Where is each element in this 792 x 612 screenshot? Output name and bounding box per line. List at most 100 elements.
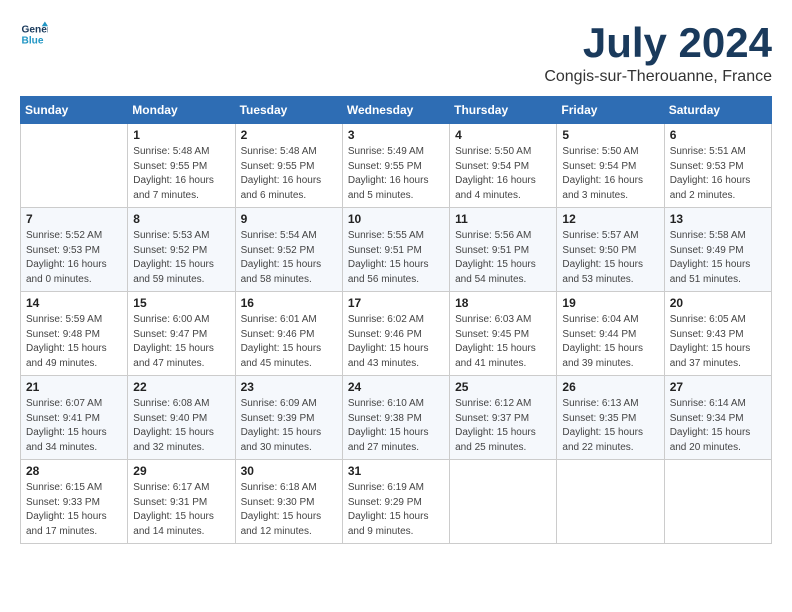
calendar-cell: 19Sunrise: 6:04 AMSunset: 9:44 PMDayligh… — [557, 292, 664, 376]
day-number: 5 — [562, 128, 658, 142]
day-number: 4 — [455, 128, 551, 142]
calendar-cell: 13 Sunrise: 5:58 AMSunset: 9:49 PMDayligh… — [664, 208, 771, 292]
day-info: Sunrise: 5:48 AMSunset: 9:55 PMDaylight:… — [133, 145, 229, 203]
day-number: 27 — [670, 380, 766, 394]
day-number: 28 — [26, 464, 122, 478]
day-number: 3 — [348, 128, 444, 142]
day-info: Sunrise: 6:05 AMSunset: 9:43 PMDaylight:… — [670, 313, 766, 371]
day-info: Sunrise: 6:15 AMSunset: 9:33 PMDaylight:… — [26, 481, 122, 539]
day-info: Sunrise: 6:17 AMSunset: 9:31 PMDaylight:… — [133, 481, 229, 539]
logo-icon: General Blue — [20, 20, 48, 48]
calendar-cell: 8 Sunrise: 5:53 AMSunset: 9:52 PMDaylight… — [128, 208, 235, 292]
day-info: Sunrise: 6:00 AMSunset: 9:47 PMDaylight:… — [133, 313, 229, 371]
day-info: Sunrise: 5:48 AMSunset: 9:55 PMDaylight:… — [241, 145, 337, 203]
day-number: 21 — [26, 380, 122, 394]
day-number: 18 — [455, 296, 551, 310]
day-number: 13 — [670, 212, 766, 226]
calendar-cell: 27 Sunrise: 6:14 AMSunset: 9:34 PMDayligh… — [664, 376, 771, 460]
calendar-cell: 29 Sunrise: 6:17 AMSunset: 9:31 PMDayligh… — [128, 460, 235, 544]
calendar-cell: 10 Sunrise: 5:55 AMSunset: 9:51 PMDayligh… — [342, 208, 449, 292]
calendar-body: 1 Sunrise: 5:48 AMSunset: 9:55 PMDaylight… — [21, 124, 772, 544]
day-number: 8 — [133, 212, 229, 226]
calendar-cell: 7 Sunrise: 5:52 AMSunset: 9:53 PMDaylight… — [21, 208, 128, 292]
day-number: 1 — [133, 128, 229, 142]
day-info: Sunrise: 6:03 AMSunset: 9:45 PMDaylight:… — [455, 313, 551, 371]
calendar-cell — [557, 460, 664, 544]
calendar-cell: 14 Sunrise: 5:59 AMSunset: 9:48 PMDayligh… — [21, 292, 128, 376]
calendar-cell: 5Sunrise: 5:50 AMSunset: 9:54 PMDaylight… — [557, 124, 664, 208]
day-info: Sunrise: 6:04 AMSunset: 9:44 PMDaylight:… — [562, 313, 658, 371]
day-number: 15 — [133, 296, 229, 310]
calendar-week-row: 1 Sunrise: 5:48 AMSunset: 9:55 PMDaylight… — [21, 124, 772, 208]
calendar-cell: 30 Sunrise: 6:18 AMSunset: 9:30 PMDayligh… — [235, 460, 342, 544]
day-info: Sunrise: 6:08 AMSunset: 9:40 PMDaylight:… — [133, 397, 229, 455]
day-info: Sunrise: 5:54 AMSunset: 9:52 PMDaylight:… — [241, 229, 337, 287]
day-info: Sunrise: 6:09 AMSunset: 9:39 PMDaylight:… — [241, 397, 337, 455]
calendar-cell: 16 Sunrise: 6:01 AMSunset: 9:46 PMDayligh… — [235, 292, 342, 376]
calendar-weekday-header: Sunday — [21, 97, 128, 124]
day-number: 11 — [455, 212, 551, 226]
day-number: 12 — [562, 212, 658, 226]
day-number: 9 — [241, 212, 337, 226]
calendar-cell: 23 Sunrise: 6:09 AMSunset: 9:39 PMDayligh… — [235, 376, 342, 460]
svg-text:Blue: Blue — [22, 35, 44, 46]
calendar-cell: 15 Sunrise: 6:00 AMSunset: 9:47 PMDayligh… — [128, 292, 235, 376]
day-info: Sunrise: 6:19 AMSunset: 9:29 PMDaylight:… — [348, 481, 444, 539]
day-number: 14 — [26, 296, 122, 310]
day-number: 29 — [133, 464, 229, 478]
day-info: Sunrise: 5:52 AMSunset: 9:53 PMDaylight:… — [26, 229, 122, 287]
calendar-cell — [664, 460, 771, 544]
day-number: 17 — [348, 296, 444, 310]
day-info: Sunrise: 5:58 AMSunset: 9:49 PMDaylight:… — [670, 229, 766, 287]
calendar-cell: 25 Sunrise: 6:12 AMSunset: 9:37 PMDayligh… — [450, 376, 557, 460]
calendar-week-row: 21Sunrise: 6:07 AMSunset: 9:41 PMDayligh… — [21, 376, 772, 460]
month-title: July 2024 — [544, 20, 772, 66]
calendar-cell — [21, 124, 128, 208]
day-info: Sunrise: 5:53 AMSunset: 9:52 PMDaylight:… — [133, 229, 229, 287]
calendar-weekday-header: Friday — [557, 97, 664, 124]
day-number: 25 — [455, 380, 551, 394]
calendar-week-row: 7 Sunrise: 5:52 AMSunset: 9:53 PMDaylight… — [21, 208, 772, 292]
calendar-cell: 4 Sunrise: 5:50 AMSunset: 9:54 PMDaylight… — [450, 124, 557, 208]
day-number: 31 — [348, 464, 444, 478]
calendar-cell: 17 Sunrise: 6:02 AMSunset: 9:46 PMDayligh… — [342, 292, 449, 376]
location-title: Congis-sur-Therouanne, France — [544, 68, 772, 86]
day-number: 10 — [348, 212, 444, 226]
calendar-cell: 18 Sunrise: 6:03 AMSunset: 9:45 PMDayligh… — [450, 292, 557, 376]
calendar-cell: 28 Sunrise: 6:15 AMSunset: 9:33 PMDayligh… — [21, 460, 128, 544]
calendar-week-row: 14 Sunrise: 5:59 AMSunset: 9:48 PMDayligh… — [21, 292, 772, 376]
calendar-cell: 2Sunrise: 5:48 AMSunset: 9:55 PMDaylight… — [235, 124, 342, 208]
calendar-cell: 6Sunrise: 5:51 AMSunset: 9:53 PMDaylight… — [664, 124, 771, 208]
day-info: Sunrise: 6:18 AMSunset: 9:30 PMDaylight:… — [241, 481, 337, 539]
calendar-cell — [450, 460, 557, 544]
day-info: Sunrise: 6:12 AMSunset: 9:37 PMDaylight:… — [455, 397, 551, 455]
day-number: 30 — [241, 464, 337, 478]
calendar-cell: 3Sunrise: 5:49 AMSunset: 9:55 PMDaylight… — [342, 124, 449, 208]
day-number: 23 — [241, 380, 337, 394]
calendar-cell: 26Sunrise: 6:13 AMSunset: 9:35 PMDayligh… — [557, 376, 664, 460]
day-info: Sunrise: 5:55 AMSunset: 9:51 PMDaylight:… — [348, 229, 444, 287]
day-info: Sunrise: 5:57 AMSunset: 9:50 PMDaylight:… — [562, 229, 658, 287]
calendar-week-row: 28 Sunrise: 6:15 AMSunset: 9:33 PMDayligh… — [21, 460, 772, 544]
day-info: Sunrise: 6:01 AMSunset: 9:46 PMDaylight:… — [241, 313, 337, 371]
calendar-weekday-header: Wednesday — [342, 97, 449, 124]
day-info: Sunrise: 5:59 AMSunset: 9:48 PMDaylight:… — [26, 313, 122, 371]
calendar-header-row: SundayMondayTuesdayWednesdayThursdayFrid… — [21, 97, 772, 124]
calendar-weekday-header: Monday — [128, 97, 235, 124]
day-info: Sunrise: 5:50 AMSunset: 9:54 PMDaylight:… — [455, 145, 551, 203]
calendar-cell: 9 Sunrise: 5:54 AMSunset: 9:52 PMDaylight… — [235, 208, 342, 292]
day-number: 16 — [241, 296, 337, 310]
day-info: Sunrise: 6:02 AMSunset: 9:46 PMDaylight:… — [348, 313, 444, 371]
day-info: Sunrise: 5:56 AMSunset: 9:51 PMDaylight:… — [455, 229, 551, 287]
calendar-cell: 24Sunrise: 6:10 AMSunset: 9:38 PMDayligh… — [342, 376, 449, 460]
day-number: 22 — [133, 380, 229, 394]
day-number: 7 — [26, 212, 122, 226]
day-info: Sunrise: 5:51 AMSunset: 9:53 PMDaylight:… — [670, 145, 766, 203]
calendar-cell: 12 Sunrise: 5:57 AMSunset: 9:50 PMDayligh… — [557, 208, 664, 292]
calendar-weekday-header: Saturday — [664, 97, 771, 124]
calendar-cell: 31 Sunrise: 6:19 AMSunset: 9:29 PMDayligh… — [342, 460, 449, 544]
calendar-cell: 11 Sunrise: 5:56 AMSunset: 9:51 PMDayligh… — [450, 208, 557, 292]
calendar-weekday-header: Thursday — [450, 97, 557, 124]
day-info: Sunrise: 6:14 AMSunset: 9:34 PMDaylight:… — [670, 397, 766, 455]
title-area: July 2024 Congis-sur-Therouanne, France — [544, 20, 772, 86]
